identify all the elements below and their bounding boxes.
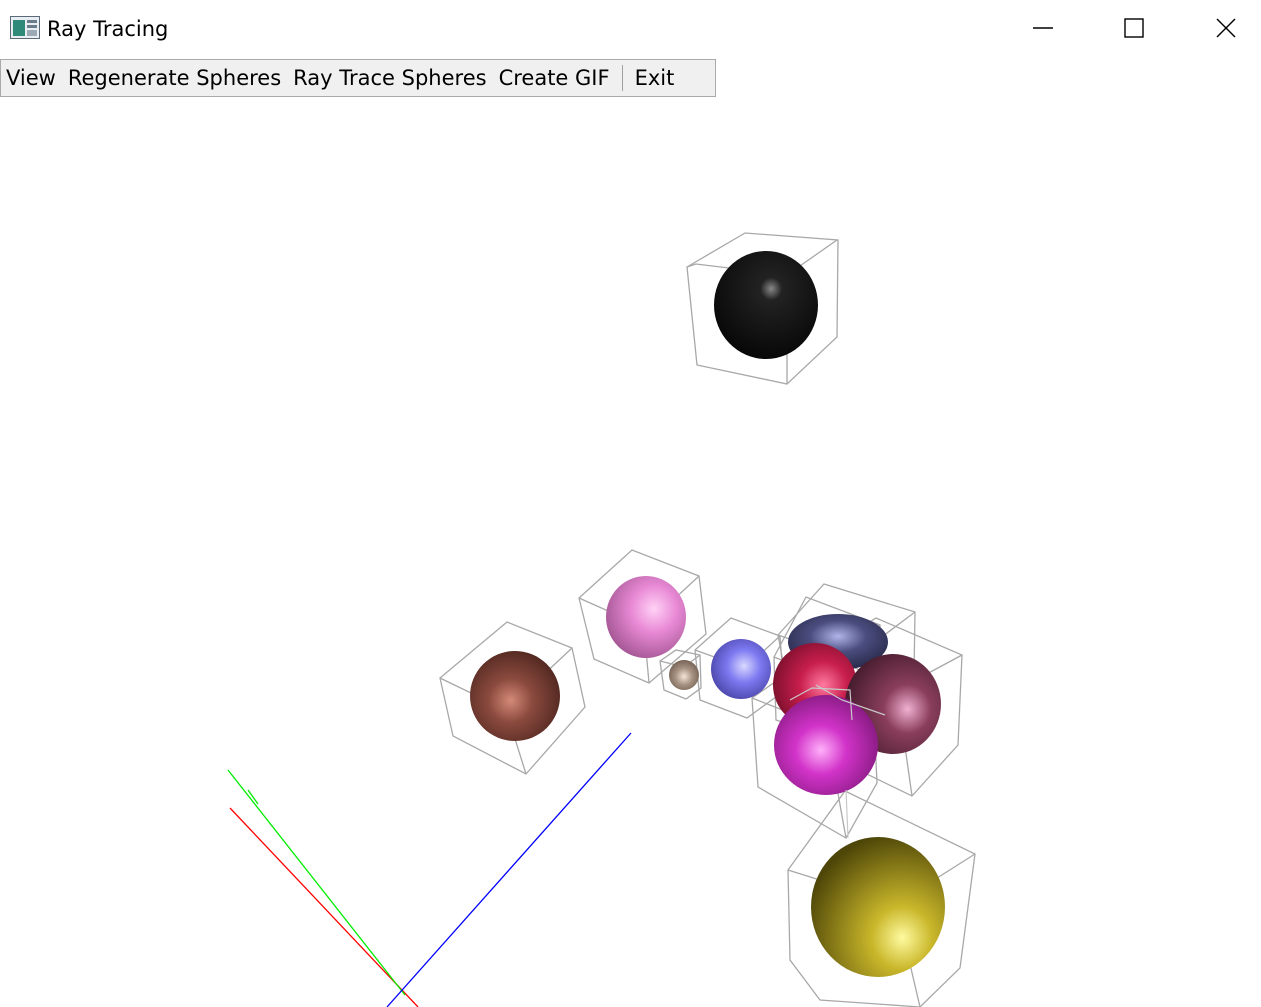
spheres <box>470 251 945 977</box>
3d-viewport[interactable] <box>0 98 1261 1007</box>
menu-view[interactable]: View <box>1 60 62 96</box>
window-title: Ray Tracing <box>47 17 169 41</box>
title-bar[interactable]: Ray Tracing <box>0 0 1261 58</box>
z-axis <box>386 732 632 1007</box>
menu-regenerate-spheres[interactable]: Regenerate Spheres <box>62 60 287 96</box>
minimize-button[interactable] <box>997 0 1089 56</box>
close-icon <box>1216 18 1236 38</box>
sphere-yellow[interactable] <box>811 837 945 977</box>
app-icon <box>10 16 40 39</box>
sphere-pink[interactable] <box>606 576 686 658</box>
menu-bar: View Regenerate Spheres Ray Trace Sphere… <box>0 59 716 97</box>
minimize-icon <box>1033 27 1053 29</box>
menu-separator <box>621 65 623 91</box>
axes <box>227 732 632 1007</box>
sphere-magenta[interactable] <box>774 695 878 795</box>
y-axis <box>227 769 406 996</box>
menu-exit[interactable]: Exit <box>629 60 681 96</box>
menu-create-gif[interactable]: Create GIF <box>493 60 616 96</box>
sphere-periwinkle[interactable] <box>711 639 771 699</box>
sphere-brown[interactable] <box>470 651 560 741</box>
sphere-tan[interactable] <box>669 660 699 690</box>
sphere-black[interactable] <box>714 251 818 359</box>
close-button[interactable] <box>1180 0 1261 56</box>
x-axis <box>229 807 419 1007</box>
maximize-icon <box>1124 18 1144 38</box>
maximize-button[interactable] <box>1088 0 1180 56</box>
menu-ray-trace-spheres[interactable]: Ray Trace Spheres <box>287 60 492 96</box>
